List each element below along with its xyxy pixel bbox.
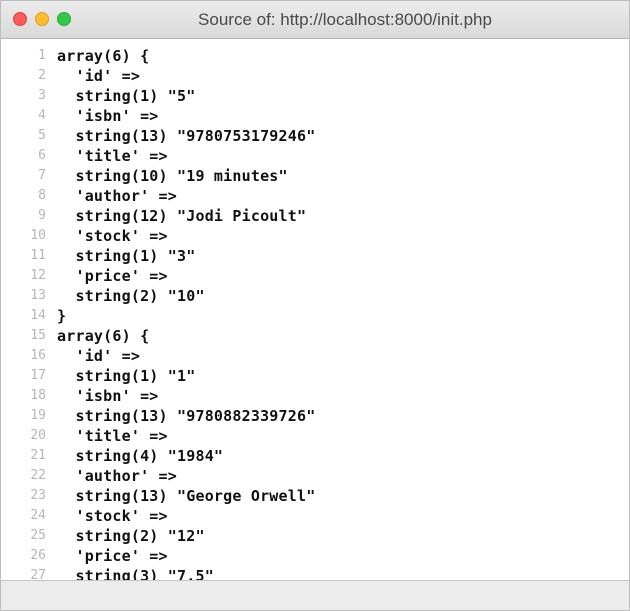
line-code: string(13) "9780753179246" <box>57 127 316 145</box>
line-number: 17 <box>30 368 46 383</box>
line-number: 8 <box>38 188 46 203</box>
source-line: 1 array(6) { <box>1 46 315 66</box>
line-number: 3 <box>38 88 46 103</box>
line-number: 11 <box>30 248 46 263</box>
view-source-window: Source of: http://localhost:8000/init.ph… <box>0 0 630 611</box>
line-number: 14 <box>30 308 46 323</box>
source-line: 23 string(13) "George Orwell" <box>1 486 315 506</box>
source-line: 26 'price' => <box>1 546 315 566</box>
source-line: 18 'isbn' => <box>1 386 315 406</box>
line-code: string(1) "1" <box>57 367 196 385</box>
line-number: 1 <box>38 48 46 63</box>
line-number: 6 <box>38 148 46 163</box>
line-code: 'stock' => <box>57 227 168 245</box>
line-number: 2 <box>38 68 46 83</box>
source-line: 27 string(3) "7.5" <box>1 566 315 581</box>
line-number: 24 <box>30 508 46 523</box>
line-code: } <box>57 307 67 325</box>
line-code: 'title' => <box>57 427 168 445</box>
source-line: 2 'id' => <box>1 66 315 86</box>
line-code: string(1) "3" <box>57 247 196 265</box>
line-number: 25 <box>30 528 46 543</box>
line-number: 5 <box>38 128 46 143</box>
source-line: 3 string(1) "5" <box>1 86 315 106</box>
line-code: 'price' => <box>57 547 168 565</box>
line-number: 22 <box>30 468 46 483</box>
line-code: 'author' => <box>57 467 177 485</box>
source-line: 21 string(4) "1984" <box>1 446 315 466</box>
source-line: 7 string(10) "19 minutes" <box>1 166 315 186</box>
source-line: 19 string(13) "9780882339726" <box>1 406 315 426</box>
line-number: 7 <box>38 168 46 183</box>
line-code: string(13) "George Orwell" <box>57 487 316 505</box>
source-line: 10 'stock' => <box>1 226 315 246</box>
line-number: 4 <box>38 108 46 123</box>
source-line: 8 'author' => <box>1 186 315 206</box>
line-number: 19 <box>30 408 46 423</box>
line-number: 26 <box>30 548 46 563</box>
source-line: 15 array(6) { <box>1 326 315 346</box>
source-line: 16 'id' => <box>1 346 315 366</box>
line-code: string(2) "12" <box>57 527 205 545</box>
line-number: 20 <box>30 428 46 443</box>
line-number: 21 <box>30 448 46 463</box>
line-code: 'title' => <box>57 147 168 165</box>
line-code: 'id' => <box>57 347 141 365</box>
source-line: 24 'stock' => <box>1 506 315 526</box>
line-code: string(13) "9780882339726" <box>57 407 316 425</box>
status-bar <box>1 580 629 610</box>
line-number: 10 <box>30 228 46 243</box>
source-line: 5 string(13) "9780753179246" <box>1 126 315 146</box>
source-line: 14} <box>1 306 315 326</box>
window-title: Source of: http://localhost:8000/init.ph… <box>198 10 492 29</box>
source-code-listing: 1 array(6) {2 'id' => 3 string(1) "5" 4 'is… <box>1 46 315 581</box>
line-code: string(3) "7.5" <box>57 567 214 581</box>
line-code: 'stock' => <box>57 507 168 525</box>
line-code: 'id' => <box>57 67 141 85</box>
source-view[interactable]: 1 array(6) {2 'id' => 3 string(1) "5" 4 'is… <box>1 39 629 581</box>
line-code: 'isbn' => <box>57 387 159 405</box>
source-line: 13 string(2) "10" <box>1 286 315 306</box>
line-code: string(12) "Jodi Picoult" <box>57 207 307 225</box>
line-code: string(4) "1984" <box>57 447 224 465</box>
line-number: 27 <box>30 568 46 581</box>
line-code: 'author' => <box>57 187 177 205</box>
line-number: 16 <box>30 348 46 363</box>
minimize-window-button[interactable] <box>35 12 49 26</box>
close-window-button[interactable] <box>13 12 27 26</box>
line-code: array(6) { <box>57 47 150 65</box>
source-line: 25 string(2) "12" <box>1 526 315 546</box>
line-number: 23 <box>30 488 46 503</box>
source-line: 20 'title' => <box>1 426 315 446</box>
line-code: 'isbn' => <box>57 107 159 125</box>
source-line: 4 'isbn' => <box>1 106 315 126</box>
line-code: array(6) { <box>57 327 150 345</box>
source-line: 9 string(12) "Jodi Picoult" <box>1 206 315 226</box>
line-number: 9 <box>38 208 46 223</box>
line-number: 18 <box>30 388 46 403</box>
line-number: 13 <box>30 288 46 303</box>
source-line: 17 string(1) "1" <box>1 366 315 386</box>
source-line: 6 'title' => <box>1 146 315 166</box>
line-number: 12 <box>30 268 46 283</box>
line-code: string(10) "19 minutes" <box>57 167 288 185</box>
title-bar[interactable]: Source of: http://localhost:8000/init.ph… <box>1 1 629 39</box>
line-code: string(2) "10" <box>57 287 205 305</box>
line-code: 'price' => <box>57 267 168 285</box>
line-number: 15 <box>30 328 46 343</box>
source-line: 11 string(1) "3" <box>1 246 315 266</box>
line-code: string(1) "5" <box>57 87 196 105</box>
source-line: 22 'author' => <box>1 466 315 486</box>
source-line: 12 'price' => <box>1 266 315 286</box>
